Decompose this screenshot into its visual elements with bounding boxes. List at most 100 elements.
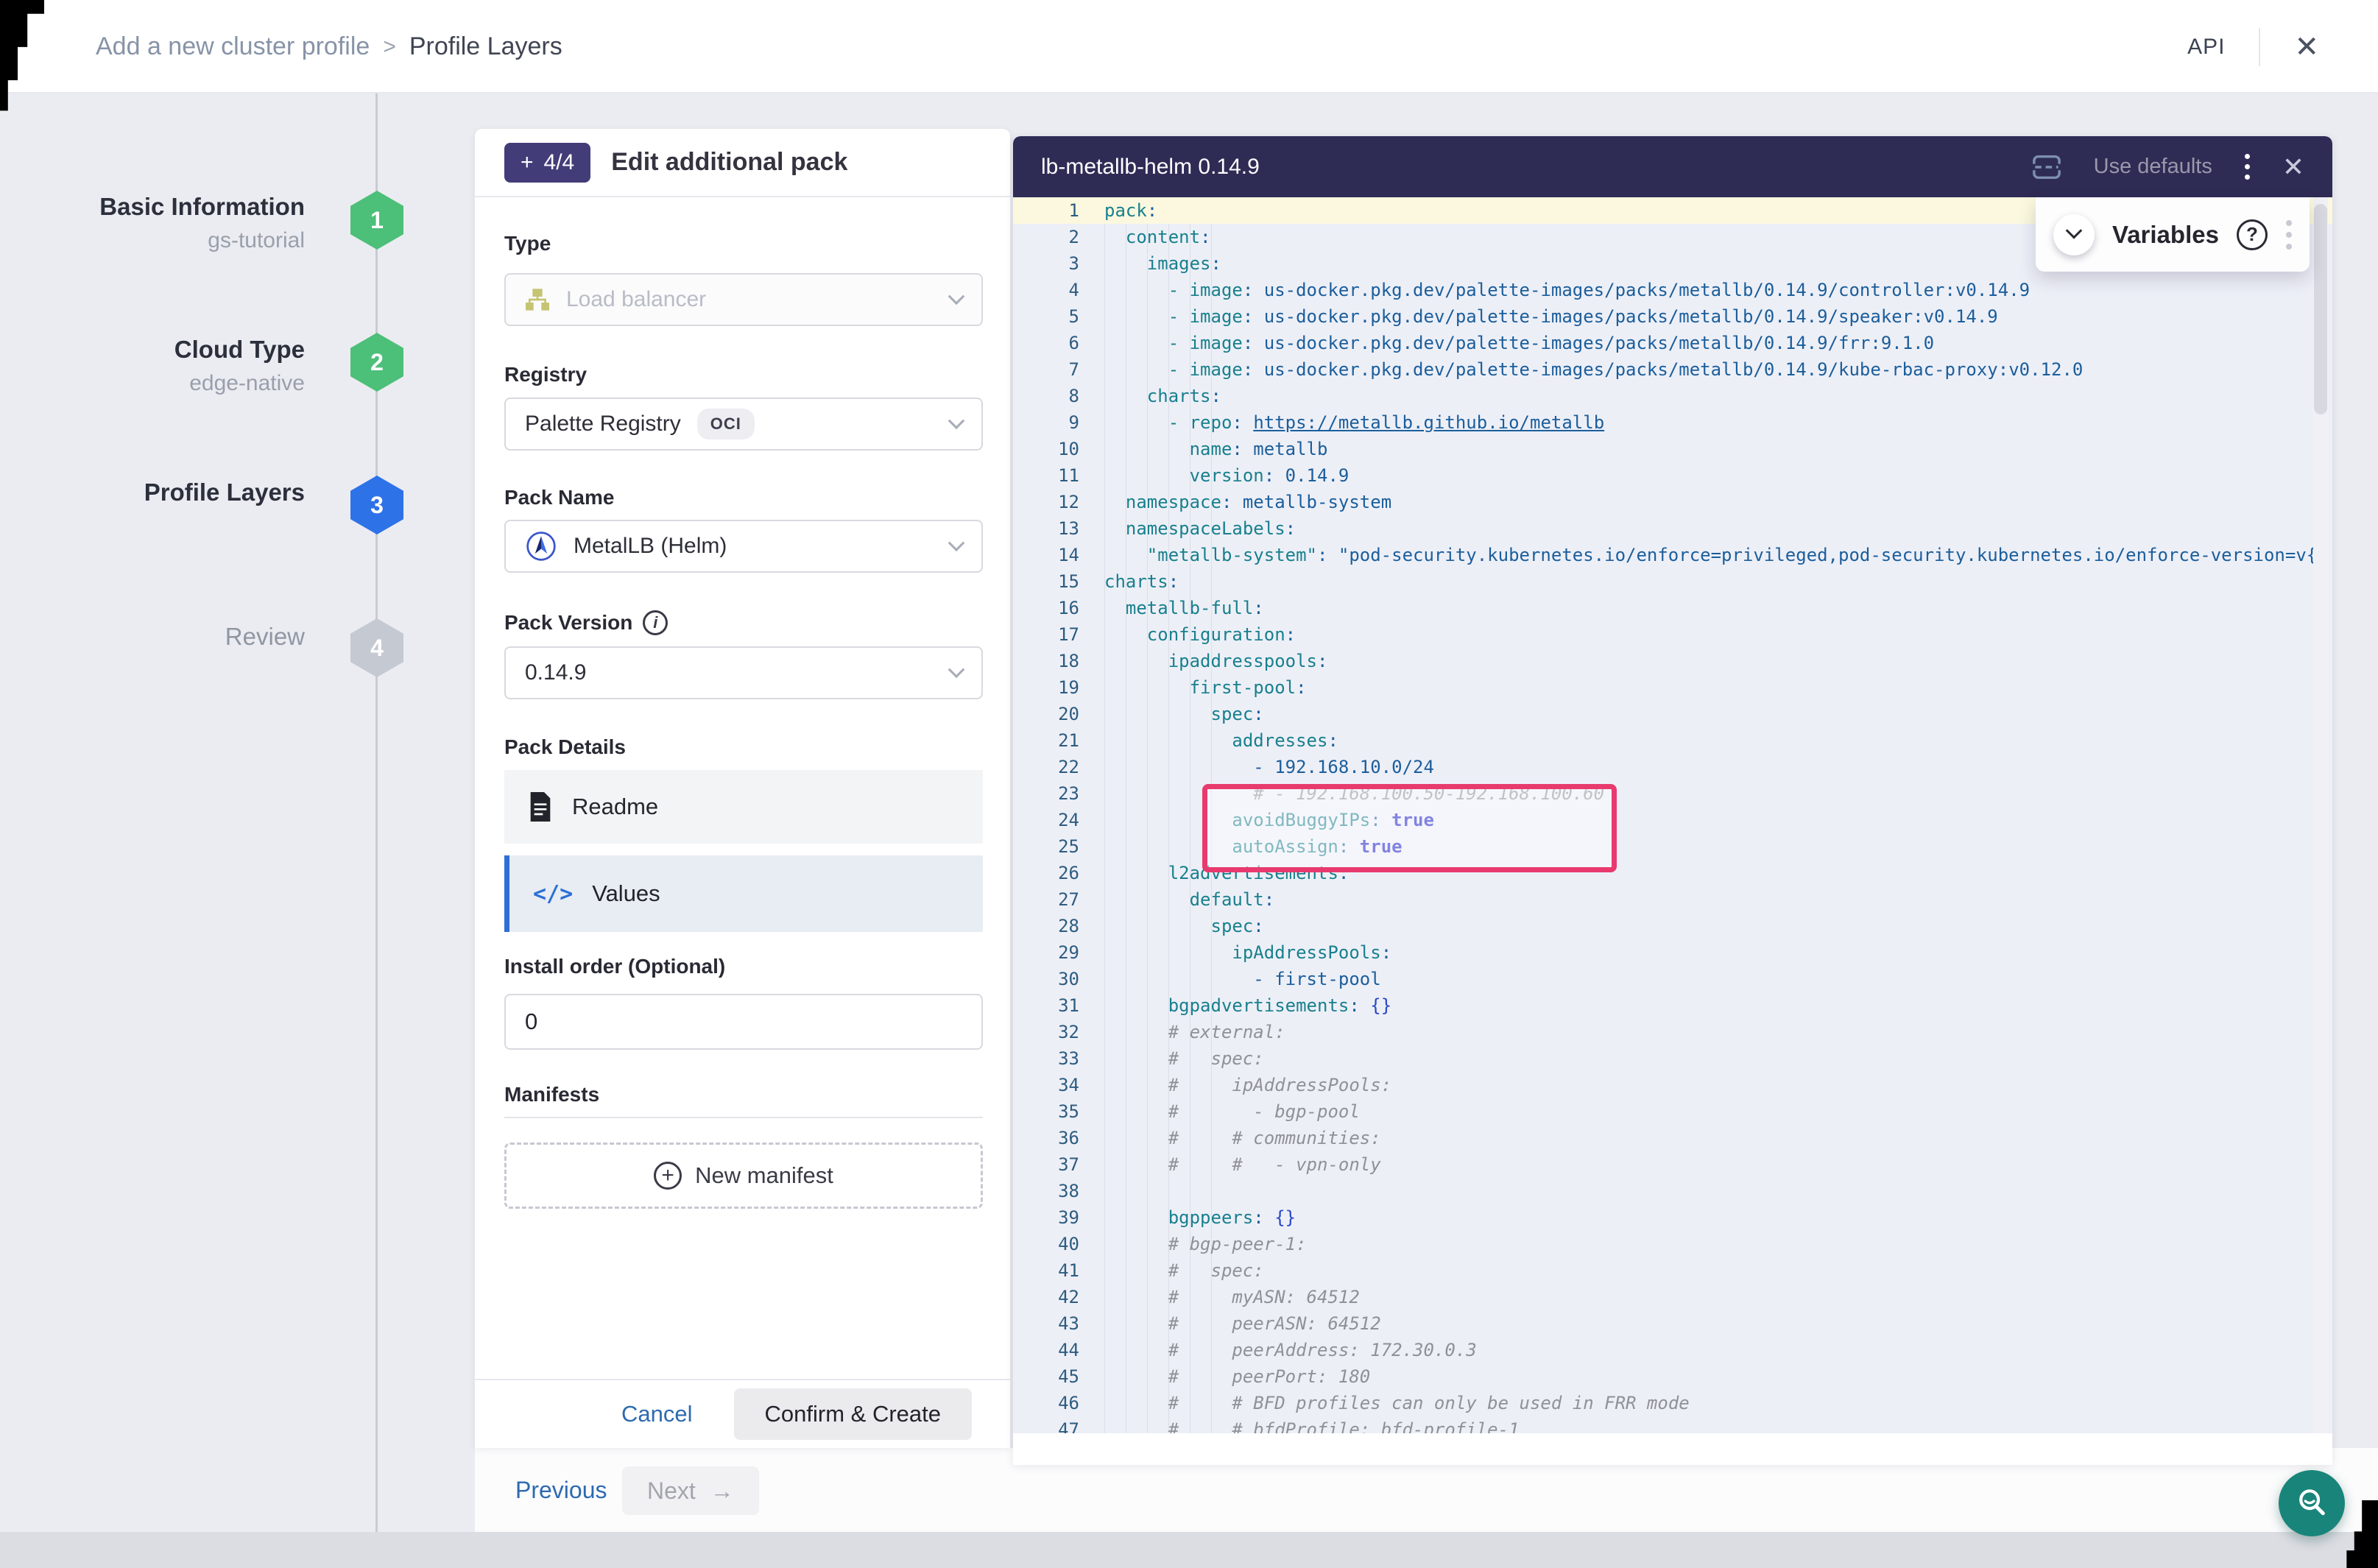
breadcrumb-parent-link[interactable]: Add a new cluster profile (96, 32, 370, 61)
load-balancer-icon (525, 288, 550, 311)
chevron-down-icon (948, 661, 965, 678)
code-line: 37 # # - vpn-only (1013, 1151, 2332, 1178)
step-label: Review (44, 623, 305, 651)
new-manifest-label: New manifest (695, 1162, 833, 1189)
api-button[interactable]: API (2187, 35, 2225, 60)
use-defaults-button[interactable]: Use defaults (2094, 155, 2212, 179)
line-number: 25 (1013, 833, 1079, 860)
code-line: 22 - 192.168.10.0/24 (1013, 754, 2332, 780)
step-hexagon-4[interactable]: 4 (350, 618, 403, 677)
code-line: 45 # peerPort: 180 (1013, 1363, 2332, 1390)
code-line: 11 version: 0.14.9 (1013, 462, 2332, 489)
line-number: 1 (1013, 197, 1079, 224)
stepper-step-profile-layers: Profile Layers (44, 478, 305, 506)
registry-select[interactable]: Palette Registry OCI (504, 398, 983, 451)
editor-menu-icon[interactable] (2245, 154, 2250, 180)
line-number: 6 (1013, 330, 1079, 356)
arrow-right-icon: → (710, 1477, 734, 1505)
step-hexagon-2[interactable]: 2 (350, 333, 403, 392)
line-number: 40 (1013, 1231, 1079, 1257)
step-label: Basic Information (44, 193, 305, 221)
install-order-input[interactable]: 0 (504, 994, 983, 1050)
close-wizard-icon[interactable]: ✕ (2294, 32, 2319, 62)
edit-pack-footer: Cancel Confirm & Create (475, 1379, 1010, 1448)
code-line: 46 # # BFD profiles can only be used in … (1013, 1390, 2332, 1416)
pack-count: 4/4 (544, 150, 575, 175)
code-line: 17 configuration: (1013, 621, 2332, 648)
line-number: 22 (1013, 754, 1079, 780)
code-line: 44 # peerAddress: 172.30.0.3 (1013, 1337, 2332, 1363)
pack-version-label: Pack Version i (504, 610, 668, 635)
code-editor-area[interactable]: 1pack:2 content:3 images:4 - image: us-d… (1013, 197, 2332, 1433)
document-icon (528, 792, 553, 822)
line-number: 10 (1013, 436, 1079, 462)
diff-view-icon[interactable] (2032, 154, 2061, 180)
values-tab[interactable]: </> Values (504, 855, 983, 932)
install-order-value: 0 (525, 1009, 537, 1035)
code-line: 6 - image: us-docker.pkg.dev/palette-ima… (1013, 330, 2332, 356)
code-line: 23 # - 192.168.100.50-192.168.100.60 (1013, 780, 2332, 807)
pack-name-select[interactable]: MetalLB (Helm) (504, 520, 983, 573)
code-line: 34 # ipAddressPools: (1013, 1072, 2332, 1098)
vertical-scrollbar-thumb[interactable] (2314, 204, 2327, 414)
editor-close-icon[interactable]: ✕ (2282, 154, 2304, 180)
edit-pack-header: + 4/4 Edit additional pack (475, 129, 1010, 197)
code-line: 14 "metallb-system": "pod-security.kuber… (1013, 542, 2332, 568)
step-label: Profile Layers (44, 478, 305, 506)
chevron-down-icon (948, 412, 965, 429)
line-number: 34 (1013, 1072, 1079, 1098)
stepper-line (375, 93, 378, 1568)
readme-tab[interactable]: Readme (504, 770, 983, 844)
cancel-button[interactable]: Cancel (621, 1401, 693, 1427)
info-icon[interactable]: i (643, 610, 668, 635)
editor-title: lb-metallb-helm 0.14.9 (1041, 155, 1260, 180)
pack-details-label: Pack Details (504, 735, 626, 759)
line-number: 2 (1013, 224, 1079, 250)
variables-panel: Variables ? (2036, 197, 2310, 272)
step-number: 4 (370, 635, 384, 662)
line-number: 39 (1013, 1204, 1079, 1231)
line-number: 28 (1013, 913, 1079, 939)
step-hexagon-1[interactable]: 1 (350, 191, 403, 250)
type-label: Type (504, 232, 551, 255)
variables-expand-button[interactable] (2053, 214, 2095, 255)
line-number: 9 (1013, 409, 1079, 436)
code-line: 16 metallb-full: (1013, 595, 2332, 621)
code-line: 15charts: (1013, 568, 2332, 595)
line-number: 20 (1013, 701, 1079, 727)
code-line: 18 ipaddresspools: (1013, 648, 2332, 674)
registry-label: Registry (504, 363, 587, 386)
step-sublabel: edge-native (44, 371, 305, 396)
edit-pack-panel: + 4/4 Edit additional pack Type Load bal… (475, 129, 1010, 1448)
confirm-create-button[interactable]: Confirm & Create (734, 1388, 972, 1440)
step-hexagon-3[interactable]: 3 (350, 476, 403, 534)
code-line: 32 # external: (1013, 1019, 2332, 1045)
step-number: 1 (370, 207, 384, 234)
code-line: 47 # # bfdProfile: bfd-profile-1 (1013, 1416, 2332, 1433)
code-line: 27 default: (1013, 886, 2332, 913)
stepper-step-cloud-type: Cloud Type edge-native (44, 336, 305, 396)
line-number: 7 (1013, 356, 1079, 383)
values-label: Values (592, 880, 660, 907)
chevron-down-icon (2066, 222, 2083, 239)
app-header: Add a new cluster profile > Profile Laye… (0, 0, 2378, 93)
line-number: 13 (1013, 515, 1079, 542)
breadcrumb: Add a new cluster profile > Profile Laye… (96, 0, 562, 93)
magnifier-smile-icon (2295, 1486, 2329, 1520)
step-label: Cloud Type (44, 336, 305, 364)
new-manifest-button[interactable]: + New manifest (504, 1143, 983, 1209)
line-number: 37 (1013, 1151, 1079, 1178)
variables-menu-icon[interactable] (2286, 220, 2292, 250)
horizontal-scrollbar-track[interactable] (1013, 1433, 2332, 1465)
previous-button[interactable]: Previous (515, 1448, 607, 1532)
code-line: 8 charts: (1013, 383, 2332, 409)
yaml-editor-panel: lb-metallb-helm 0.14.9 Use defaults ✕ 1p… (1013, 136, 2332, 1465)
help-icon[interactable]: ? (2237, 219, 2268, 250)
search-fab-button[interactable] (2279, 1470, 2345, 1536)
line-number: 4 (1013, 277, 1079, 303)
page-bottom-strip (0, 1532, 2378, 1568)
pack-version-select[interactable]: 0.14.9 (504, 646, 983, 699)
line-number: 17 (1013, 621, 1079, 648)
next-button[interactable]: Next → (622, 1466, 759, 1515)
code-line: 4 - image: us-docker.pkg.dev/palette-ima… (1013, 277, 2332, 303)
